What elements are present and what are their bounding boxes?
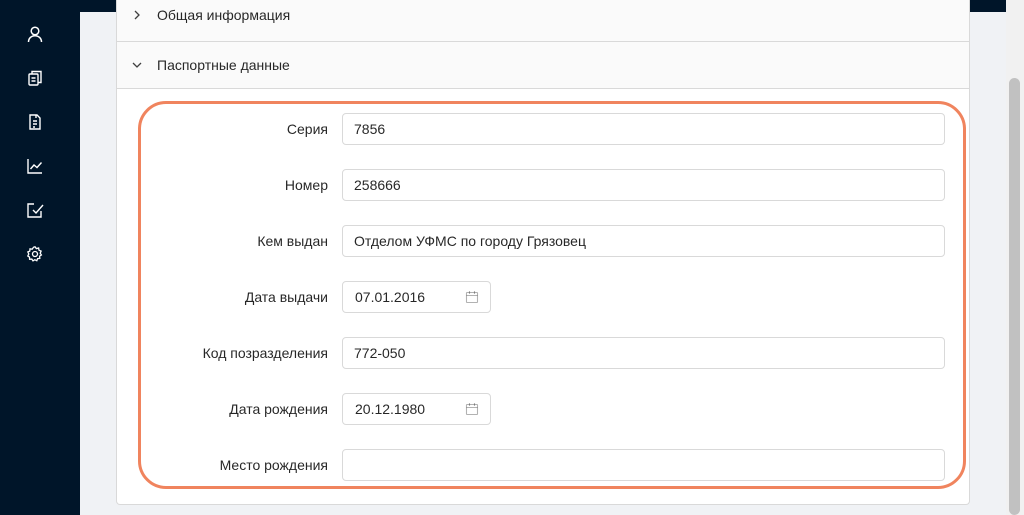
issued-by-label: Кем выдан <box>257 233 328 249</box>
division-code-label: Код позразделения <box>202 345 328 361</box>
issue-date-value: 07.01.2016 <box>355 289 426 305</box>
issued-by-input[interactable] <box>342 225 945 257</box>
issue-date-label: Дата выдачи <box>244 289 328 305</box>
chevron-down-icon <box>117 60 157 70</box>
series-input[interactable] <box>342 113 945 145</box>
panel-passport-header[interactable]: Паспортные данные <box>117 42 969 89</box>
sidebar-item-analytics[interactable] <box>24 157 46 179</box>
sidebar <box>0 0 80 515</box>
sidebar-item-user[interactable] <box>24 25 46 47</box>
panel-passport-title: Паспортные данные <box>157 57 290 73</box>
calendar-icon <box>465 402 479 416</box>
file-text-icon <box>26 113 44 136</box>
birth-date-label: Дата рождения <box>229 401 328 417</box>
birth-place-label: Место рождения <box>219 457 328 473</box>
birth-date-value: 20.12.1980 <box>355 401 426 417</box>
birth-place-input[interactable] <box>342 449 945 481</box>
division-code-input[interactable] <box>342 337 945 369</box>
sidebar-item-documents[interactable] <box>24 69 46 91</box>
user-icon <box>26 25 44 48</box>
series-label: Серия <box>286 121 328 137</box>
chevron-right-icon <box>117 10 157 20</box>
sidebar-item-settings[interactable] <box>24 245 46 267</box>
edit-check-icon <box>26 201 44 224</box>
panel-general-info-title: Общая информация <box>157 6 291 23</box>
sidebar-item-file[interactable] <box>24 113 46 135</box>
sidebar-item-edit[interactable] <box>24 201 46 223</box>
number-label: Номер <box>284 177 328 193</box>
number-input[interactable] <box>342 169 945 201</box>
birth-date-picker[interactable]: 20.12.1980 <box>342 393 491 425</box>
gear-icon <box>26 245 44 268</box>
line-chart-icon <box>26 157 44 180</box>
calendar-icon <box>465 290 479 304</box>
issue-date-picker[interactable]: 07.01.2016 <box>342 281 491 313</box>
scrollbar-thumb[interactable] <box>1009 78 1020 515</box>
panel-general-info-header[interactable]: Общая информация <box>117 0 969 42</box>
documents-icon <box>26 69 44 92</box>
